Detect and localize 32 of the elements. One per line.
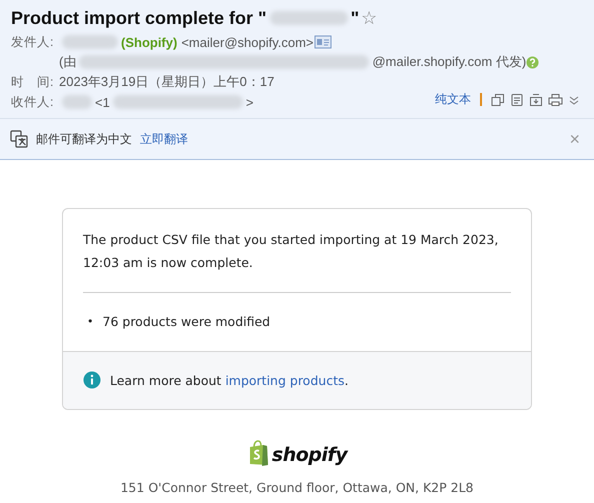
subject-quote: " [350, 8, 360, 28]
subject-title: Product import complete for " [11, 8, 267, 28]
print-icon[interactable] [548, 92, 563, 106]
sender-address: <mailer@shopify.com> [181, 34, 314, 50]
company-address: 151 O'Connor Street, Ground floor, Ottawa, ON, K2P 2L8 [120, 480, 474, 495]
field-label: 时 间: [11, 74, 54, 90]
plain-text-link[interactable]: 纯文本 [435, 91, 471, 108]
translate-message: 邮件可翻译为中文 [36, 130, 132, 148]
result-item: 76 products were modified [102, 313, 270, 331]
sender-name: (Shopify) [121, 34, 178, 50]
redaction-blur [62, 95, 92, 109]
learn-more-text: Learn more about importing products. [110, 372, 348, 388]
bullet: • [87, 314, 94, 330]
import-message: The product CSV file that you started importing at 19 March 2023, 12:03 am is now complete. [82, 231, 500, 272]
brand-logo-text: shopify [272, 444, 348, 466]
download-icon[interactable] [529, 92, 543, 106]
on-behalf-domain: @mailer.shopify.com 代发) [372, 53, 526, 71]
recipient-address: <1 [95, 94, 110, 110]
star-button[interactable]: ☆ [361, 7, 378, 29]
info-icon[interactable] [83, 371, 101, 389]
translate-icon[interactable] [10, 130, 28, 148]
document-icon[interactable] [510, 92, 524, 106]
importing-products-link[interactable]: importing products [225, 372, 344, 388]
sent-time: 2023年3月19日（星期日）上午0：17 [59, 73, 274, 91]
redaction-blur [62, 35, 118, 49]
chevron-down-icon[interactable] [568, 94, 580, 106]
field-label: 收件人: [11, 94, 54, 110]
windows-icon[interactable] [491, 92, 505, 106]
field-label: 发件人: [11, 34, 54, 50]
on-behalf-text: (由 [59, 53, 76, 71]
translate-now-link[interactable]: 立即翻译 [140, 130, 188, 148]
recipient-bracket: > [246, 94, 254, 110]
